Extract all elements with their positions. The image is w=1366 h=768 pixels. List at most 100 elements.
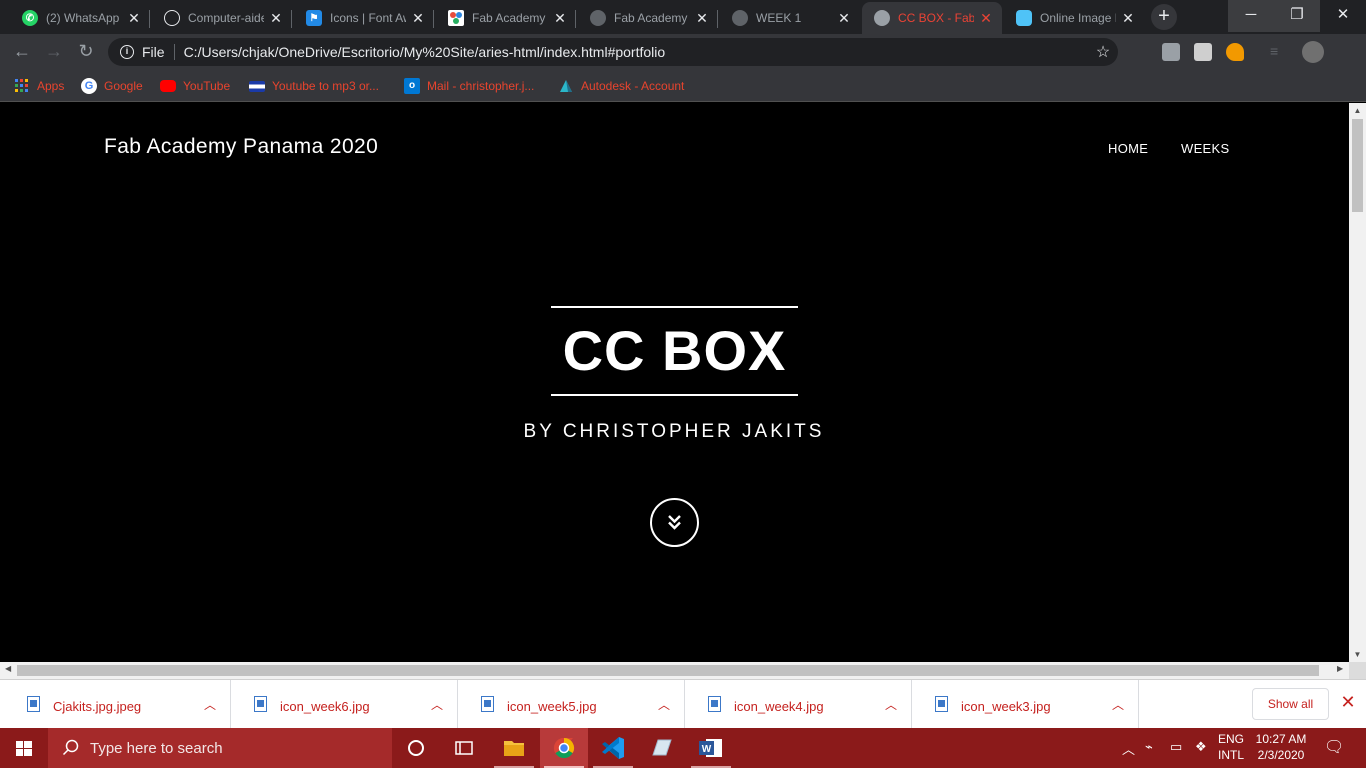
close-icon[interactable]: ✕ [694,10,710,27]
restore-button[interactable]: ❐ [1274,0,1320,32]
chevron-up-icon[interactable]: ︿ [1112,696,1124,713]
chevron-up-icon[interactable]: ︿ [431,696,443,713]
download-item[interactable]: Cjakits.jpg.jpeg ︿ [4,680,231,729]
vertical-scrollbar[interactable]: ▲ ▼ [1349,103,1366,662]
bookmark-star-icon[interactable]: ☆ [1088,42,1118,62]
apps-grid-icon [14,78,30,94]
close-icon[interactable]: ✕ [1120,10,1136,27]
chrome-button[interactable] [540,728,588,768]
cortana-button[interactable] [392,728,440,768]
close-icon[interactable]: ✕ [1338,692,1358,713]
nav-home-link[interactable]: HOME [1108,141,1148,156]
url-scheme-label: File [142,44,175,60]
chevron-up-icon[interactable]: ︿ [658,696,670,713]
globe-icon [590,10,606,26]
bookmark-google[interactable]: G Google [81,77,143,95]
tab-font-awesome[interactable]: ⚑ Icons | Font Awesome ✕ [294,2,434,34]
bookmark-autodesk[interactable]: Autodesk - Account [558,77,684,95]
minimize-button[interactable]: ─ [1228,0,1274,32]
tab-whatsapp[interactable]: ✆ (2) WhatsApp ✕ [10,2,150,34]
tab-online-image-editor[interactable]: Online Image Editor ✕ [1004,2,1144,34]
show-all-downloads-button[interactable]: Show all [1252,688,1329,720]
image-file-icon [708,696,721,712]
word-button[interactable]: W [687,728,735,768]
vscode-button[interactable] [589,728,637,768]
flag-icon [249,80,265,92]
window-close-button[interactable]: ✕ [1320,0,1366,32]
download-item[interactable]: icon_week4.jpg ︿ [685,680,912,729]
close-icon[interactable]: ✕ [978,10,994,27]
bookmark-apps[interactable]: Apps [14,77,64,95]
vertical-scroll-thumb[interactable] [1352,119,1363,212]
camera-extension-icon[interactable] [1162,43,1180,61]
tab-cc-box[interactable]: CC BOX - Fab Academy ✕ [862,2,1002,34]
close-icon[interactable]: ✕ [552,10,568,27]
back-button[interactable]: ← [10,40,34,64]
fab-academy-icon [448,10,464,26]
system-clock[interactable]: 10:27 AM 2/3/2020 [1252,731,1310,763]
folder-icon [504,741,524,756]
browser-toolbar: ← → ↻ i File C:/Users/chjak/OneDrive/Esc… [0,34,1366,70]
bookmark-youtube[interactable]: YouTube [160,77,230,95]
language-indicator[interactable]: ENG INTL [1214,731,1248,763]
start-button[interactable] [0,728,48,768]
tab-week-1[interactable]: WEEK 1 ✕ [720,2,860,34]
notifications-icon[interactable]: 🗨 [1324,737,1344,757]
scroll-left-arrow-icon[interactable]: ◀ [5,664,11,673]
avatar[interactable] [1302,41,1324,63]
url-text[interactable]: C:/Users/chjak/OneDrive/Escritorio/My%20… [184,44,1088,60]
screen: ✆ (2) WhatsApp ✕ Computer-aided ✕ ⚑ Icon… [0,0,1366,768]
image-file-icon [254,696,267,712]
battery-icon[interactable]: ▭ [1170,739,1182,755]
scroll-up-arrow-icon[interactable]: ▲ [1349,106,1366,115]
forward-button[interactable]: → [42,40,66,64]
nav-weeks-link[interactable]: WEEKS [1181,141,1229,156]
cortana-icon [408,740,424,756]
download-item[interactable]: icon_week5.jpg ︿ [458,680,685,729]
hero-subtitle: BY CHRISTOPHER JAKITS [523,421,825,442]
tab-fab-academy-1[interactable]: Fab Academy ✕ [436,2,576,34]
chevron-up-icon[interactable]: ︿ [204,696,216,713]
info-icon[interactable]: i [120,45,134,59]
download-item[interactable]: icon_week6.jpg ︿ [231,680,458,729]
task-view-button[interactable] [440,728,488,768]
media-control-icon[interactable]: ≡ [1270,43,1288,61]
vscode-icon [602,737,624,759]
search-icon [62,739,79,756]
close-icon[interactable]: ✕ [126,10,142,27]
new-tab-button[interactable]: + [1151,4,1177,30]
bookmarks-bar: Apps G Google YouTube Youtube to mp3 or.… [0,70,1366,102]
bookmark-mail[interactable]: o Mail - christopher.j... [404,77,534,95]
close-icon[interactable]: ✕ [410,10,426,27]
download-item[interactable]: icon_week3.jpg ︿ [912,680,1139,729]
autodesk-icon [558,78,574,94]
close-icon[interactable]: ✕ [268,10,284,27]
horizontal-scroll-thumb[interactable] [17,665,1319,676]
scroll-right-arrow-icon[interactable]: ▶ [1337,664,1343,673]
cloud-icon [1016,10,1032,26]
horizontal-scrollbar[interactable]: ◀ ▶ [0,662,1349,679]
close-icon[interactable]: ✕ [836,10,852,27]
tab-fab-academy-2[interactable]: Fab Academy ✕ [578,2,718,34]
key-extension-icon[interactable] [1226,43,1244,61]
scroll-down-button[interactable] [650,498,699,547]
page-viewport: Fab Academy Panama 2020 HOME WEEKS CC BO… [0,103,1349,662]
app-button[interactable] [638,728,686,768]
download-shelf: Cjakits.jpg.jpeg ︿ icon_week6.jpg ︿ icon… [0,679,1366,729]
chevron-up-icon[interactable]: ︿ [885,696,897,713]
dropbox-icon[interactable]: ❖ [1195,739,1207,755]
tab-computer-aided[interactable]: Computer-aided ✕ [152,2,292,34]
google-icon: G [81,78,97,94]
image-file-icon [481,696,494,712]
chevron-up-icon[interactable]: ︿ [1122,739,1135,758]
extension-icon[interactable] [1194,43,1212,61]
site-brand[interactable]: Fab Academy Panama 2020 [104,135,378,159]
scroll-down-arrow-icon[interactable]: ▼ [1349,650,1366,659]
file-explorer-button[interactable] [490,728,538,768]
address-bar[interactable]: i File C:/Users/chjak/OneDrive/Escritori… [108,38,1118,66]
bookmark-youtube-to-mp3[interactable]: Youtube to mp3 or... [249,77,379,95]
taskbar-search-input[interactable]: Type here to search [48,728,392,768]
reload-button[interactable]: ↻ [74,40,98,64]
double-chevron-down-icon [668,515,681,530]
network-icon[interactable]: ⌁ [1145,739,1153,755]
